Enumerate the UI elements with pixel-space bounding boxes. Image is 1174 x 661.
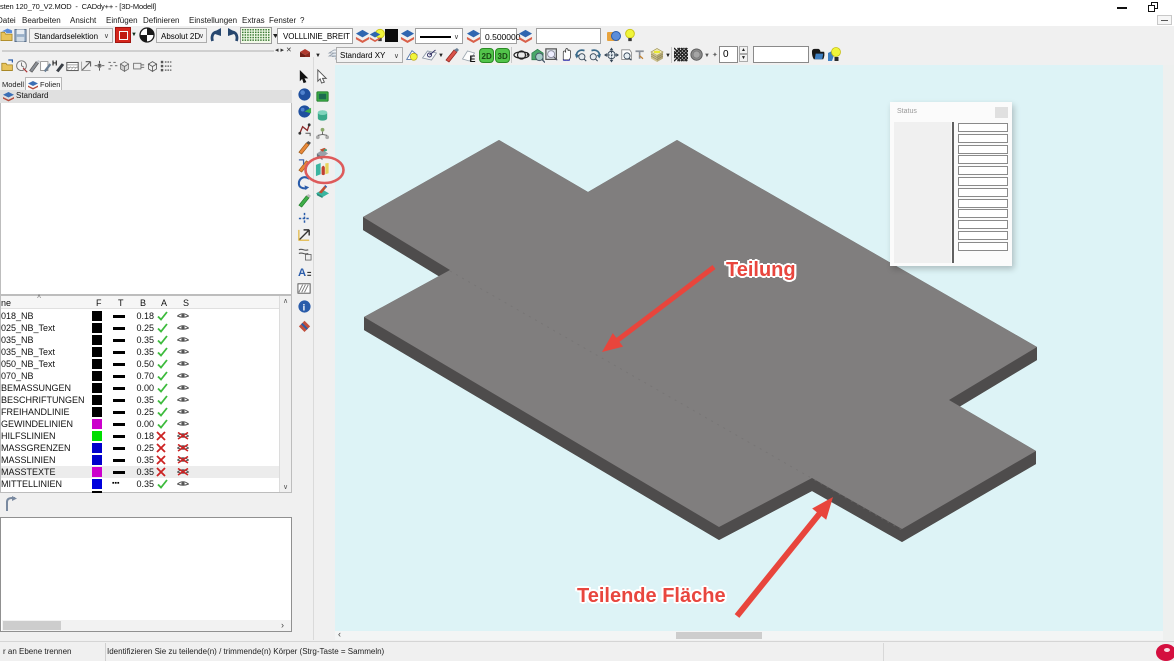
svg-text:i: i <box>303 302 306 312</box>
svg-text:A: A <box>298 267 306 279</box>
svg-text:H: H <box>52 59 57 68</box>
svg-text:E: E <box>470 54 476 63</box>
